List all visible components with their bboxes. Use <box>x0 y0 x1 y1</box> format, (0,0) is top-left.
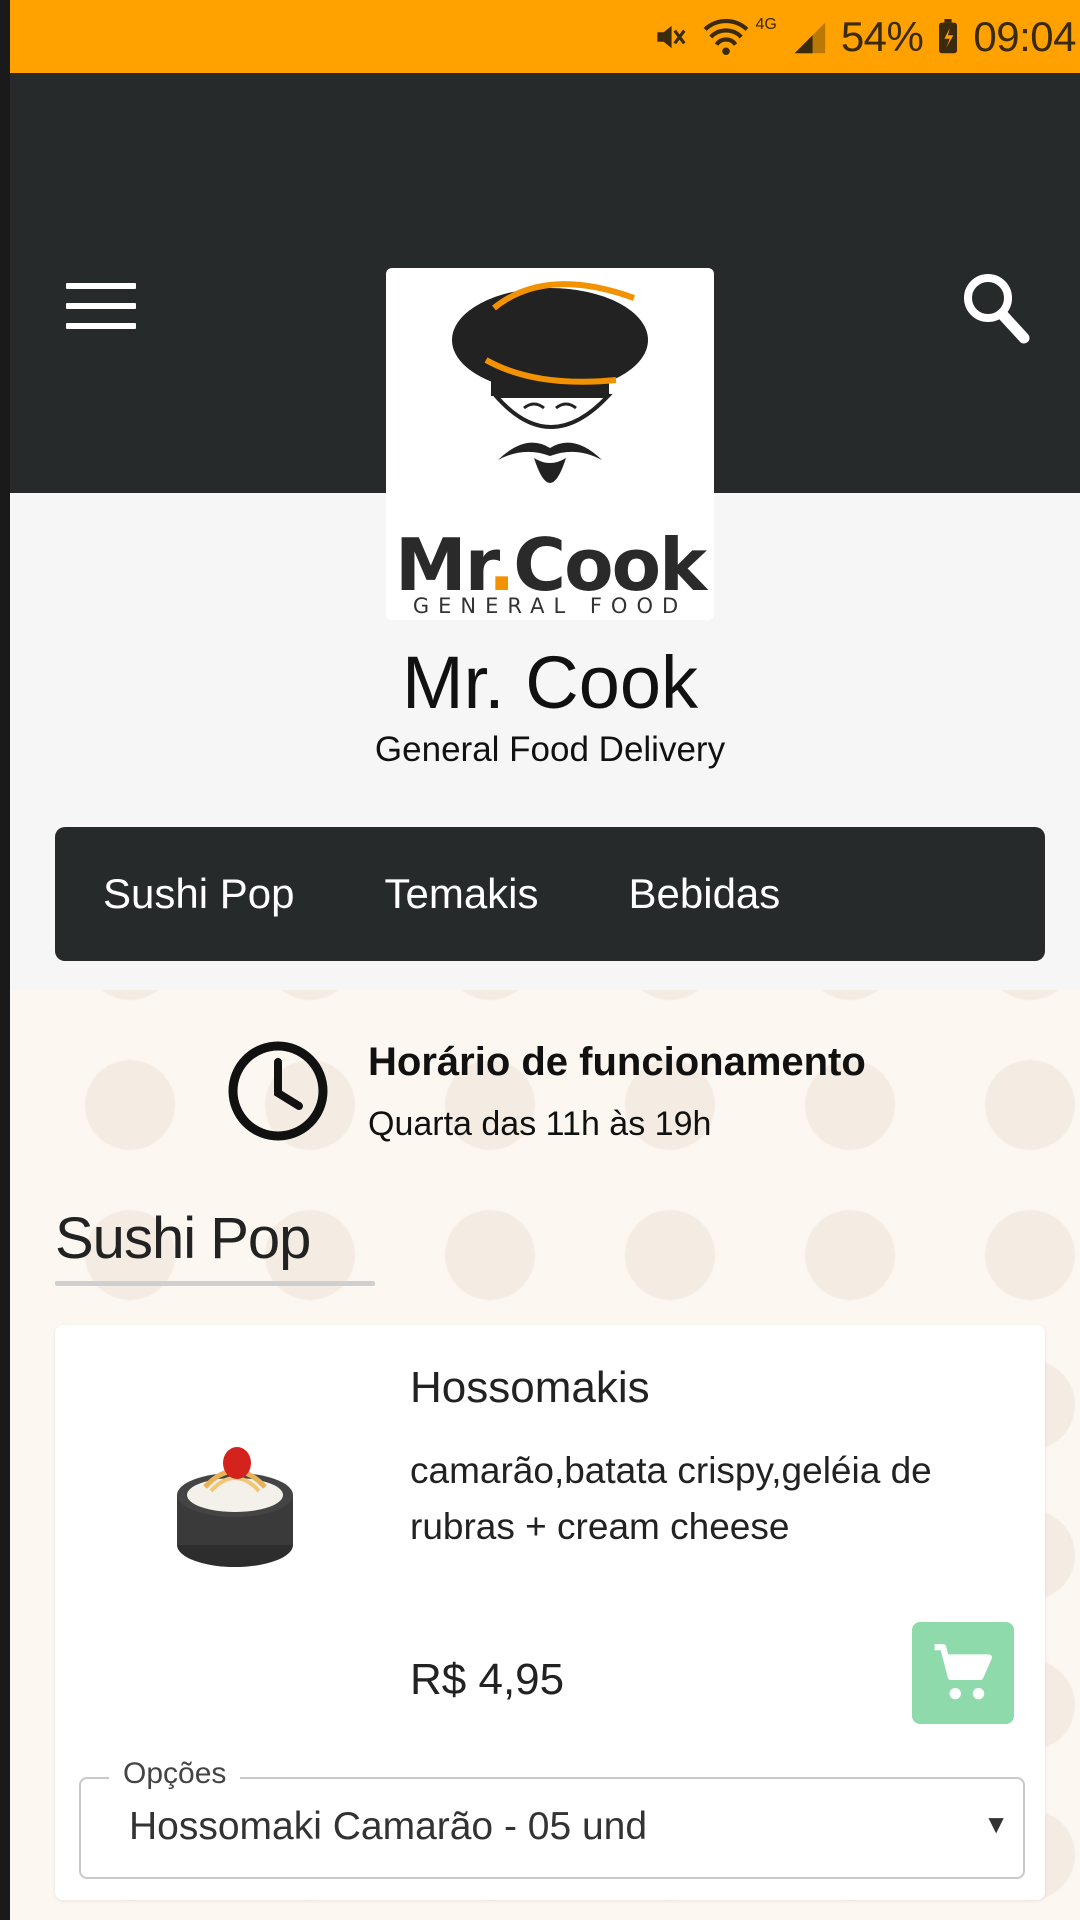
category-tab-temakis[interactable]: Temakis <box>336 870 538 918</box>
product-name: Hossomakis <box>410 1363 650 1412</box>
chevron-down-icon: ▼ <box>983 1809 1009 1839</box>
category-tab-bebidas[interactable]: Bebidas <box>581 870 781 918</box>
battery-icon <box>937 18 959 55</box>
clock-time: 09:04 <box>973 12 1076 60</box>
category-tab-sushi-pop[interactable]: Sushi Pop <box>55 870 294 918</box>
status-bar: 4G 54% 09:04 <box>0 0 1080 73</box>
opening-hours-title: Horário de funcionamento <box>368 1040 866 1084</box>
hamburger-menu-icon[interactable] <box>66 283 136 333</box>
shopping-cart-icon <box>934 1644 992 1700</box>
product-description: camarão,batata crispy,geléia de rubras +… <box>410 1450 932 1547</box>
screen-edge <box>0 0 10 1920</box>
chef-illustration <box>452 281 648 483</box>
options-selected-value: Hossomaki Camarão - 05 und <box>129 1805 648 1848</box>
options-label: Opções <box>109 1757 241 1791</box>
battery-percent: 54% <box>840 12 924 60</box>
network-type: 4G <box>755 16 777 33</box>
add-to-cart-button[interactable] <box>912 1622 1014 1724</box>
store-logo: Mr.Cook GENERAL FOOD <box>386 268 714 620</box>
mute-icon <box>651 18 689 56</box>
section-title: Sushi Pop <box>55 1206 311 1271</box>
clock-icon <box>227 1040 329 1142</box>
store-subtitle: General Food Delivery <box>374 730 726 769</box>
options-select[interactable]: Opções Hossomaki Camarão - 05 und ▼ <box>79 1757 1025 1879</box>
category-nav: Sushi Pop Temakis Bebidas <box>55 827 1045 961</box>
store-name: Mr. Cook <box>401 641 699 724</box>
wifi-icon <box>703 18 749 56</box>
product-image <box>155 1425 315 1585</box>
search-icon[interactable] <box>960 270 1030 344</box>
product-price: R$ 4,95 <box>410 1655 565 1704</box>
product-card[interactable]: Hossomakis camarão,batata crispy,geléia … <box>55 1325 1045 1900</box>
section-underline <box>55 1281 375 1286</box>
logo-tagline: GENERAL FOOD <box>412 594 688 618</box>
signal-icon <box>791 19 827 55</box>
opening-hours-text: Quarta das 11h às 19h <box>368 1105 712 1143</box>
